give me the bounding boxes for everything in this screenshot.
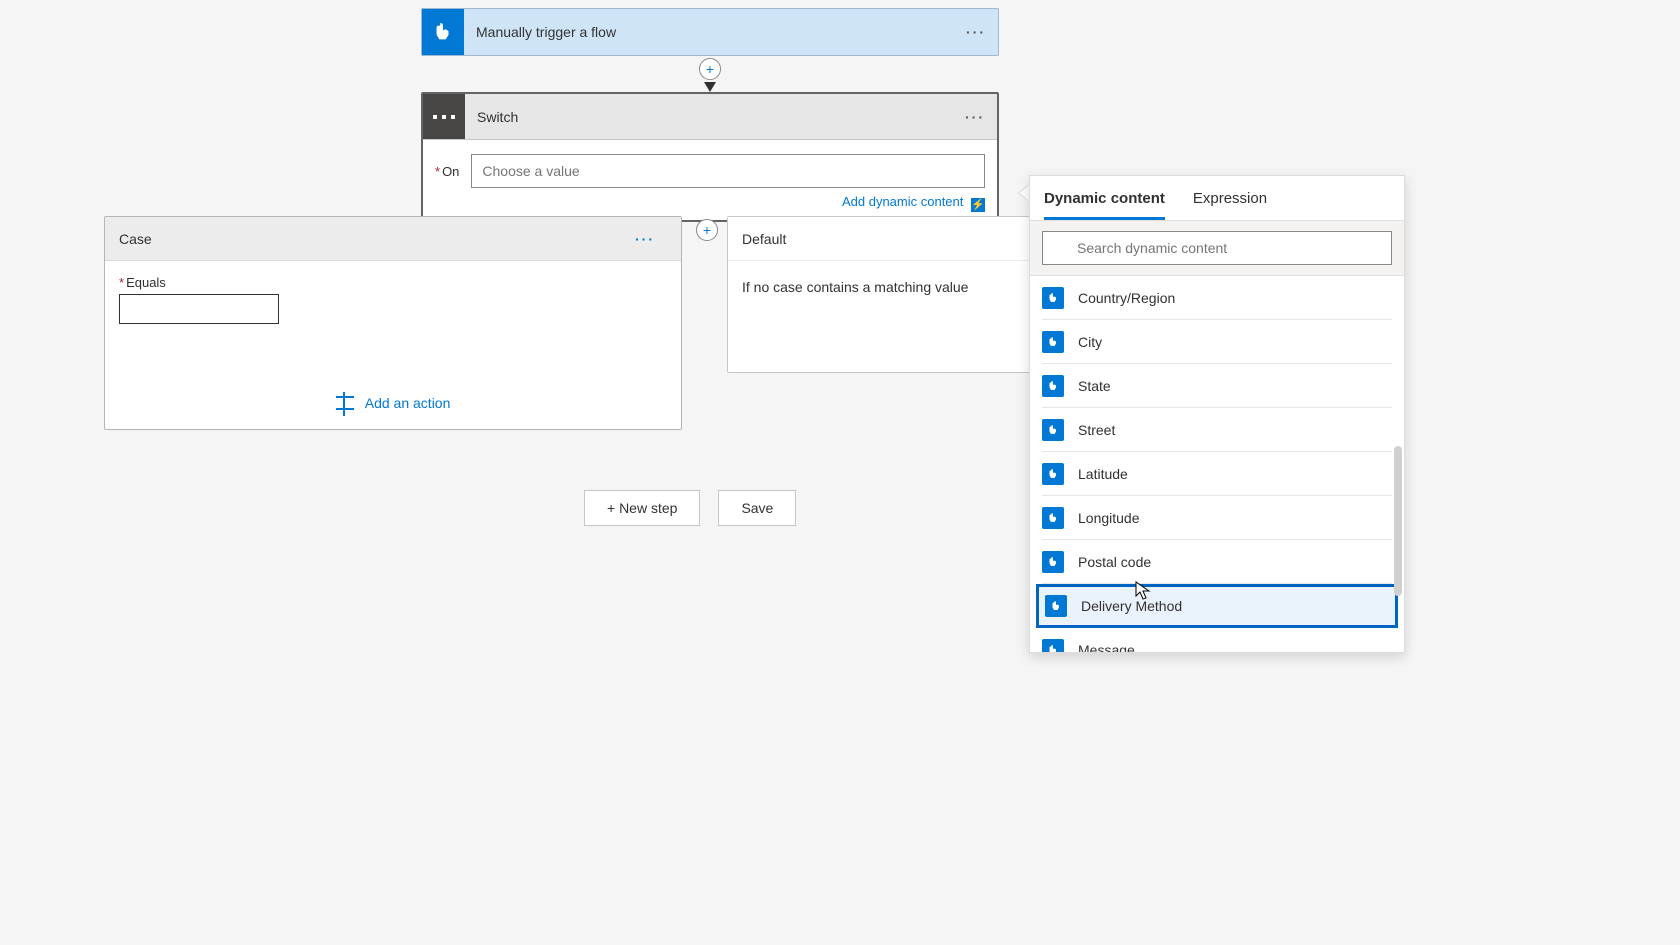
dynamic-item-label: Message (1078, 642, 1135, 653)
flow-canvas: Manually trigger a flow ··· + Switch ···… (0, 0, 1680, 945)
switch-menu-button[interactable]: ··· (965, 109, 985, 125)
flyout-pointer (1019, 185, 1029, 201)
dynamic-item[interactable]: Longitude (1042, 496, 1392, 540)
switch-icon (423, 94, 465, 139)
dynamic-item[interactable]: Street (1042, 408, 1392, 452)
trigger-token-icon (1042, 639, 1064, 653)
switch-on-label: *On (435, 164, 459, 179)
case-menu-button[interactable]: ··· (635, 231, 655, 247)
tab-dynamic-content[interactable]: Dynamic content (1044, 190, 1165, 220)
dynamic-item-label: Latitude (1078, 466, 1128, 482)
trigger-token-icon (1042, 375, 1064, 397)
dynamic-item-label: Longitude (1078, 510, 1140, 526)
case-equals-input[interactable] (119, 294, 279, 324)
arrow-icon (704, 82, 716, 92)
dynamic-content-panel: Dynamic content Expression Country/Regio… (1029, 175, 1405, 653)
footer-buttons: + New step Save (584, 490, 796, 526)
switch-header[interactable]: Switch ··· (423, 94, 997, 140)
dynamic-item[interactable]: Latitude (1042, 452, 1392, 496)
add-action-icon (336, 396, 354, 410)
dynamic-item[interactable]: Message (1042, 628, 1392, 652)
dynamic-content-list: Country/Region City State Street Latitude Lon… (1030, 276, 1404, 652)
case-add-action-link[interactable]: Add an action (365, 395, 451, 411)
trigger-card[interactable]: Manually trigger a flow ··· (421, 8, 999, 56)
dynamic-item-label: City (1078, 334, 1102, 350)
mouse-cursor-icon (1135, 581, 1151, 601)
trigger-token-icon (1042, 419, 1064, 441)
trigger-token-icon (1042, 507, 1064, 529)
trigger-token-icon (1045, 595, 1067, 617)
trigger-token-icon (1042, 463, 1064, 485)
dynamic-search-input[interactable] (1042, 231, 1392, 265)
case-header[interactable]: Case ··· (105, 217, 681, 261)
case-title: Case (119, 231, 152, 247)
trigger-menu-button[interactable]: ··· (966, 24, 986, 40)
switch-body: *On Add dynamic content ⚡ (423, 140, 997, 220)
dynamic-item[interactable]: Country/Region (1042, 276, 1392, 320)
trigger-token-icon (1042, 331, 1064, 353)
case-equals-label: *Equals (119, 275, 667, 290)
trigger-icon (422, 9, 464, 55)
save-button[interactable]: Save (718, 490, 796, 526)
case-card: Case ··· *Equals Add an action (104, 216, 682, 430)
tab-expression[interactable]: Expression (1193, 190, 1267, 220)
dynamic-item[interactable]: City (1042, 320, 1392, 364)
switch-title: Switch (477, 109, 518, 125)
trigger-title: Manually trigger a flow (476, 24, 616, 40)
dynamic-item[interactable]: State (1042, 364, 1392, 408)
add-dynamic-content-link[interactable]: Add dynamic content (842, 194, 963, 209)
default-title: Default (742, 231, 786, 247)
scrollbar-thumb[interactable] (1394, 446, 1402, 596)
dynamic-item-label: Street (1078, 422, 1115, 438)
dynamic-item-label: State (1078, 378, 1111, 394)
add-dynamic-content-icon[interactable]: ⚡ (971, 198, 985, 212)
trigger-token-icon (1042, 287, 1064, 309)
add-case-button[interactable]: + (696, 219, 718, 241)
dynamic-item-label: Postal code (1078, 554, 1151, 570)
new-step-button[interactable]: + New step (584, 490, 700, 526)
switch-card: Switch ··· *On Add dynamic content ⚡ (421, 92, 999, 222)
switch-on-input[interactable] (471, 154, 985, 188)
insert-step-button[interactable]: + (699, 58, 721, 80)
dynamic-item[interactable]: Postal code (1042, 540, 1392, 584)
trigger-token-icon (1042, 551, 1064, 573)
dynamic-item[interactable]: Delivery Method (1036, 584, 1398, 628)
dynamic-item-label: Country/Region (1078, 290, 1175, 306)
dynamic-item-label: Delivery Method (1081, 598, 1182, 614)
